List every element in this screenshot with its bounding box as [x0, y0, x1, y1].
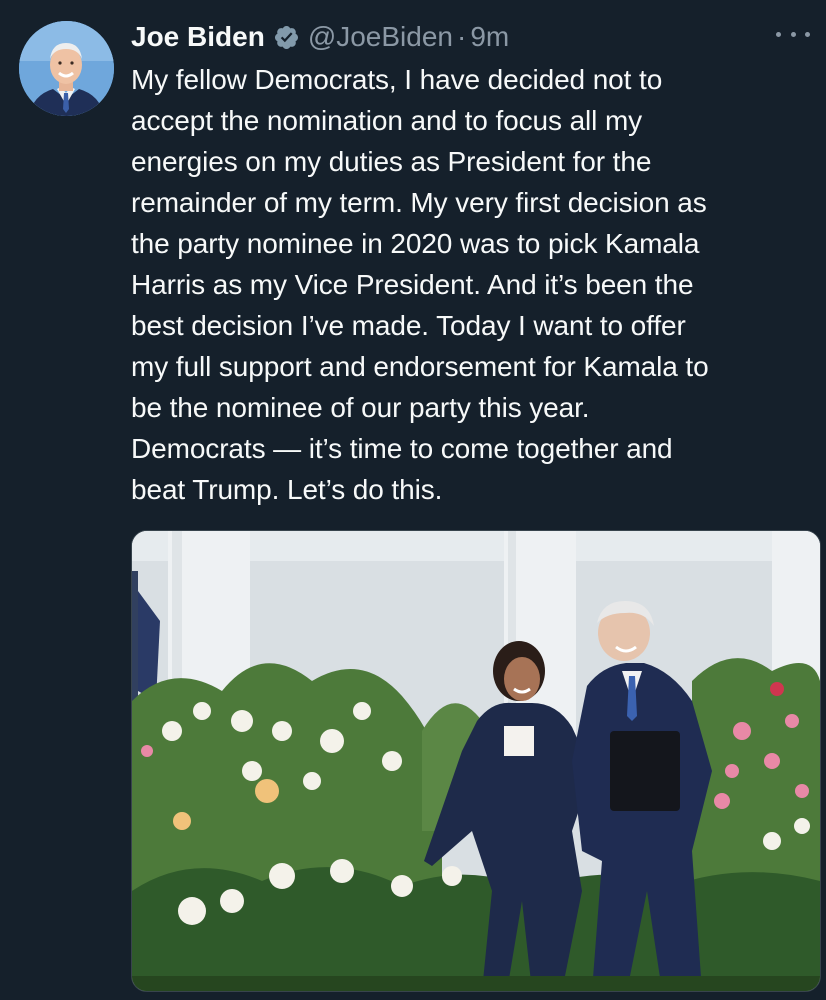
author-name[interactable]: Joe Biden — [131, 21, 265, 53]
author-handle[interactable]: @JoeBiden — [308, 21, 453, 53]
tweet-photo[interactable] — [131, 530, 821, 992]
more-options-icon[interactable] — [776, 22, 810, 46]
more-dot — [776, 31, 781, 37]
avatar[interactable] — [19, 21, 114, 116]
tweet-timestamp[interactable]: 9m — [470, 21, 509, 53]
tweet-header: Joe Biden @JoeBiden · 9m — [131, 18, 509, 56]
tweet-text: My fellow Democrats, I have decided not … — [131, 64, 709, 505]
more-dot — [805, 31, 810, 37]
separator-dot: · — [457, 21, 467, 52]
more-dot — [790, 31, 796, 37]
tweet: Joe Biden @JoeBiden · 9m My fellow Democ… — [0, 0, 826, 1000]
verified-badge-icon — [273, 24, 300, 51]
